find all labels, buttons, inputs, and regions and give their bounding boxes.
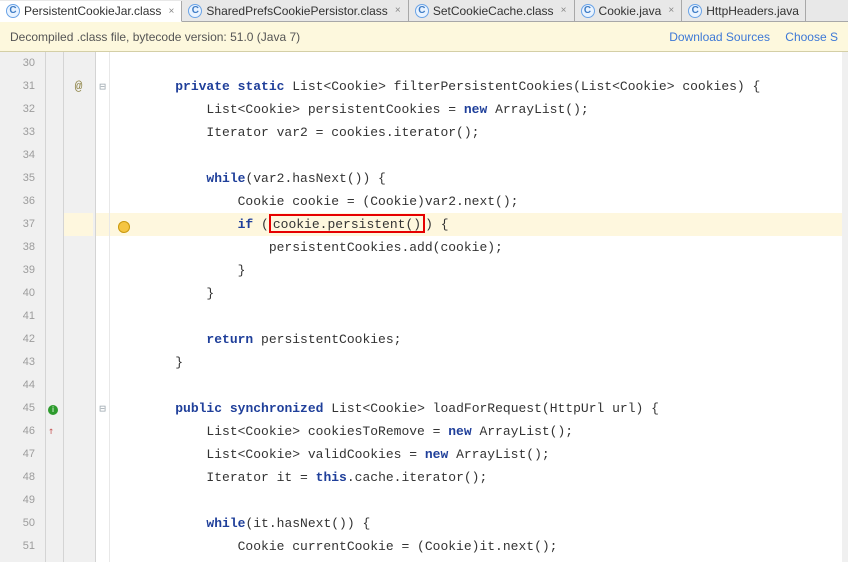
code-area[interactable]: private static List<Cookie> filterPersis… — [138, 52, 848, 562]
code-line — [138, 305, 848, 328]
intent-gutter — [110, 52, 138, 562]
class-file-icon: C — [415, 4, 429, 18]
tab-label: Cookie.java — [599, 4, 662, 18]
close-icon[interactable]: × — [167, 7, 175, 15]
editor-scrollbar[interactable] — [842, 52, 848, 562]
code-line — [138, 144, 848, 167]
code-line — [138, 489, 848, 512]
line-number: 44 — [0, 374, 35, 397]
up-arrow-icon: ↑ — [48, 420, 54, 443]
fold-open-icon[interactable]: ⊟ — [96, 75, 109, 98]
line-number: 51 — [0, 535, 35, 558]
class-file-icon: C — [581, 4, 595, 18]
line-number: 50 — [0, 512, 35, 535]
tab-sharedprefscookiepersistor[interactable]: C SharedPrefsCookiePersistor.class × — [182, 0, 408, 21]
code-line: List<Cookie> persistentCookies = new Arr… — [138, 98, 848, 121]
code-line: } — [138, 351, 848, 374]
line-number: 36 — [0, 190, 35, 213]
line-number: 38 — [0, 236, 35, 259]
line-number: 34 — [0, 144, 35, 167]
editor-tabs: C PersistentCookieJar.class × C SharedPr… — [0, 0, 848, 22]
tab-label: PersistentCookieJar.class — [24, 4, 161, 18]
choose-sources-link[interactable]: Choose S — [785, 30, 838, 44]
code-line: Iterator it = this.cache.iterator(); — [138, 466, 848, 489]
close-icon[interactable]: × — [667, 7, 675, 15]
code-line: private static List<Cookie> filterPersis… — [138, 75, 848, 98]
code-line: Cookie currentCookie = (Cookie)it.next()… — [138, 535, 848, 558]
line-number-gutter: 30 31 32 33 34 35 36 37 38 39 40 41 42 4… — [0, 52, 46, 562]
download-sources-link[interactable]: Download Sources — [669, 30, 770, 44]
code-line — [138, 52, 848, 75]
tab-persistentcookiejar[interactable]: C PersistentCookieJar.class × — [0, 1, 182, 22]
tab-label: HttpHeaders.java — [706, 4, 799, 18]
line-number: 32 — [0, 98, 35, 121]
line-number: 47 — [0, 443, 35, 466]
code-line: persistentCookies.add(cookie); — [138, 236, 848, 259]
line-number: 41 — [0, 305, 35, 328]
annotation-marker: @ — [75, 79, 83, 94]
close-icon[interactable]: × — [394, 7, 402, 15]
line-number: 31 — [0, 75, 35, 98]
lightbulb-icon[interactable] — [118, 221, 130, 233]
code-line — [138, 374, 848, 397]
code-line: while(var2.hasNext()) { — [138, 167, 848, 190]
line-number: 35 — [0, 167, 35, 190]
tab-label: SetCookieCache.class — [433, 4, 554, 18]
fold-open-icon[interactable]: ⊟ — [96, 397, 109, 420]
line-number: 48 — [0, 466, 35, 489]
code-editor[interactable]: 30 31 32 33 34 35 36 37 38 39 40 41 42 4… — [0, 52, 848, 562]
highlighted-expression: cookie.persistent() — [269, 214, 425, 233]
fold-gutter: ⊟ ⊟ — [96, 52, 110, 562]
code-line: public synchronized List<Cookie> loadFor… — [138, 397, 848, 420]
line-number: 45 — [0, 397, 35, 420]
code-line: while(it.hasNext()) { — [138, 512, 848, 535]
decompiled-info-bar: Decompiled .class file, bytecode version… — [0, 22, 848, 52]
info-message: Decompiled .class file, bytecode version… — [10, 30, 300, 44]
line-number: 49 — [0, 489, 35, 512]
line-number: 30 — [0, 52, 35, 75]
line-number: 33 — [0, 121, 35, 144]
code-line: Iterator var2 = cookies.iterator(); — [138, 121, 848, 144]
tab-setcookiecache[interactable]: C SetCookieCache.class × — [409, 0, 575, 21]
close-icon[interactable]: × — [560, 7, 568, 15]
code-line: } — [138, 259, 848, 282]
line-number: 42 — [0, 328, 35, 351]
marker-gutter: i↑ — [46, 52, 64, 562]
code-line: Cookie cookie = (Cookie)var2.next(); — [138, 190, 848, 213]
code-line: List<Cookie> cookiesToRemove = new Array… — [138, 420, 848, 443]
code-line-highlighted: if (cookie.persistent()) { — [138, 213, 848, 236]
info-links: Download Sources Choose S — [657, 30, 838, 44]
annotation-gutter: @ — [64, 52, 96, 562]
tab-label: SharedPrefsCookiePersistor.class — [206, 4, 387, 18]
class-file-icon: C — [188, 4, 202, 18]
class-file-icon: C — [6, 4, 20, 18]
code-line: List<Cookie> validCookies = new ArrayLis… — [138, 443, 848, 466]
line-number: 40 — [0, 282, 35, 305]
code-line: } — [138, 282, 848, 305]
line-number: 43 — [0, 351, 35, 374]
code-line: return persistentCookies; — [138, 328, 848, 351]
implements-icon[interactable]: i — [48, 405, 58, 415]
line-number: 39 — [0, 259, 35, 282]
class-file-icon: C — [688, 4, 702, 18]
tab-cookiejava[interactable]: C Cookie.java × — [575, 0, 683, 21]
tab-httpheaders[interactable]: C HttpHeaders.java — [682, 0, 806, 21]
line-number: 37 — [0, 213, 35, 236]
line-number: 46 — [0, 420, 35, 443]
